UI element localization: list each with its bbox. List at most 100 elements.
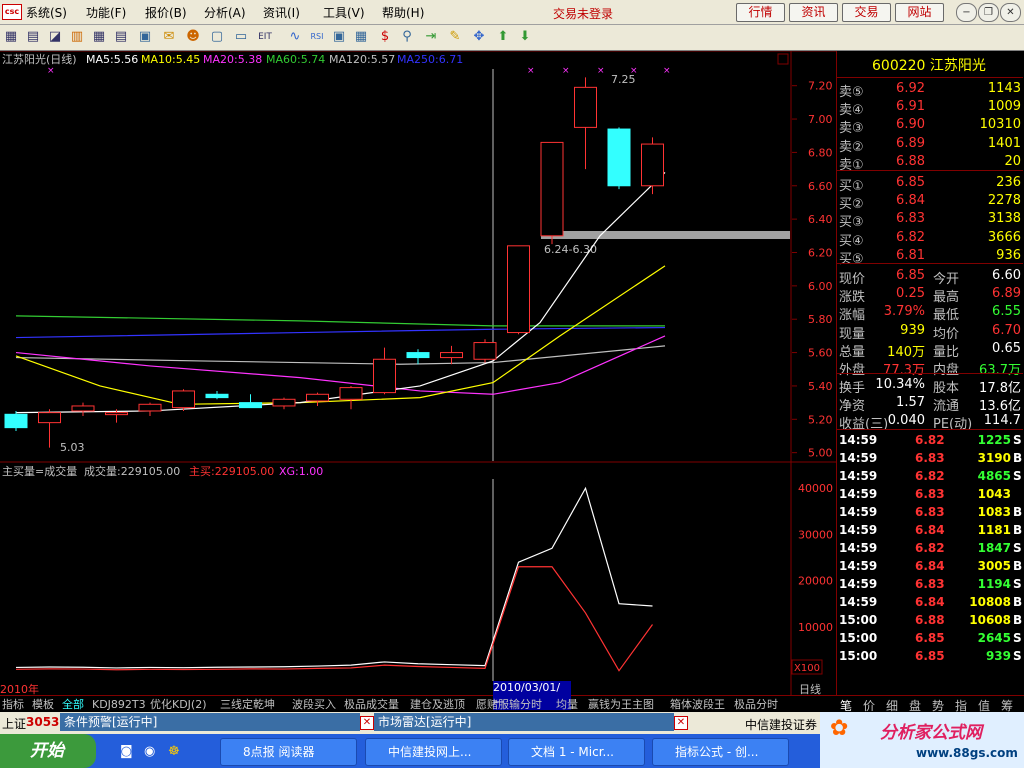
close-icon[interactable]: ✕ [1000,3,1021,22]
page-icon[interactable]: ▣ [136,28,154,46]
link-icon[interactable]: ⚲ [398,28,416,46]
tick-volume: 4865 [977,469,1011,483]
tick-flag: S [1013,631,1022,645]
indicator-tab[interactable]: 极品成交量 [344,697,399,712]
wave-icon[interactable]: ∿ [286,28,304,46]
minimize-icon[interactable]: − [956,3,977,22]
candle-icon[interactable]: ▥ [68,28,86,46]
stat-value: 0.65 [992,340,1021,356]
kline-chart[interactable]: 江苏阳光(日线) MA5:5.56 MA10:5.45 MA20:5.38 MA… [0,50,836,695]
app-icon[interactable]: ☸ [168,744,180,759]
export-icon[interactable]: ⇥ [422,28,440,46]
ma20-line [15,335,666,395]
condition-alert-window[interactable]: 条件预警[运行中] [60,713,360,731]
ask-row[interactable]: 卖③ 6.90 10310 [837,116,1023,136]
stat-label: 今开 [933,272,960,287]
stat-label: 量比 [933,344,960,360]
website-button[interactable]: 网站 [895,3,944,22]
indicator-tab[interactable]: 极品分时 [734,697,778,712]
info-button[interactable]: 资讯 [789,3,838,22]
bid-row[interactable]: 买④ 6.82 3666 [837,229,1023,249]
task-8dianbao[interactable]: 8点报 阅读器 [220,738,357,766]
indicator-tab[interactable]: 箱体波段王 [670,697,725,712]
tick-time: 14:59 [839,451,878,465]
chart-window-icon[interactable]: ▣ [330,28,348,46]
quicklaunch-icon[interactable]: ◙ [120,744,133,759]
ma5-label: MA5:5.56 [86,53,138,66]
tick-time: 14:59 [839,541,878,555]
ask-row[interactable]: 卖④ 6.91 1009 [837,98,1023,118]
move-icon[interactable]: ✥ [470,28,488,46]
report-icon[interactable]: ▦ [90,28,108,46]
tick-row: 15:00 6.85 939 S [837,648,1023,666]
radar-close-icon[interactable]: ✕ [674,716,688,730]
quote-button[interactable]: 行情 [736,3,785,22]
task-broker[interactable]: 中信建投网上... [365,738,502,766]
dollar-icon[interactable]: $ [376,28,394,46]
indicator-tab[interactable]: 波段买入 [292,697,336,712]
tick-row: 14:59 6.83 1043 [837,486,1023,504]
tick-flag: B [1013,523,1023,537]
tick-flag: B [1013,613,1023,627]
menu-analysis[interactable]: 分析(A) [204,4,246,21]
gap-zone [541,231,790,239]
bid-row[interactable]: 买① 6.85 236 [837,174,1023,194]
line-chart-icon[interactable]: ◪ [46,28,64,46]
rsi-icon[interactable]: RSI [308,28,326,46]
indicator-tab[interactable]: 赢钱为王主图 [588,697,654,712]
table-icon[interactable]: ▤ [112,28,130,46]
browser-icon[interactable]: ◉ [144,744,155,759]
menu-system[interactable]: 系统(S) [26,4,67,21]
tick-flag: S [1013,433,1022,447]
ask-row[interactable]: 卖⑤ 6.92 1143 [837,80,1023,100]
indicator-tab[interactable]: 指标 [2,697,24,712]
monitor-icon[interactable]: ▭ [232,28,250,46]
pencil-icon[interactable]: ✎ [446,28,464,46]
volume-tick-label: 20000 [798,575,833,588]
candle-body [473,342,497,360]
indicator-tab[interactable]: 均量 [556,697,578,712]
calc-icon[interactable]: ▦ [352,28,370,46]
window-icon[interactable]: ▢ [208,28,226,46]
up-arrow-icon[interactable]: ⬆ [494,28,512,46]
menu-help[interactable]: 帮助(H) [382,4,424,21]
indicator-tab[interactable]: 优化KDJ(2) [150,697,207,712]
bid-row[interactable]: 买③ 6.83 3138 [837,210,1023,230]
indicator-tab[interactable]: 全部 [62,697,84,712]
task-word-doc[interactable]: 文档 1 - Micr... [508,738,645,766]
restore-icon[interactable]: ❐ [978,3,999,22]
ext-icon[interactable]: EIT [256,28,274,46]
menu-quote[interactable]: 报价(B) [145,4,187,21]
menu-function[interactable]: 功能(F) [86,4,126,21]
mail-icon[interactable]: ✉ [160,28,178,46]
alert-close-icon[interactable]: ✕ [360,716,374,730]
grid-icon[interactable]: ▦ [2,28,20,46]
users-icon[interactable]: ☻ [184,28,202,46]
indicator-tab[interactable]: 模板 [32,697,54,712]
list-icon[interactable]: ▤ [24,28,42,46]
indicator-tab[interactable]: 愿赌服输分时 [476,697,542,712]
ask-row[interactable]: 卖② 6.89 1401 [837,135,1023,155]
indicator-tab[interactable]: 三线定乾坤 [220,697,275,712]
trade-button[interactable]: 交易 [842,3,891,22]
tick-flag: S [1013,577,1022,591]
start-button[interactable]: 开始 [0,734,96,768]
order-volume: 1009 [987,99,1021,115]
task-formula[interactable]: 指标公式 - 创... [652,738,789,766]
market-radar-window[interactable]: 市场雷达[运行中] [374,713,674,731]
menu-info[interactable]: 资讯(I) [263,4,300,21]
price-tick-label: 6.80 [808,146,833,159]
ask-row[interactable]: 卖① 6.88 20 [837,153,1023,173]
menu-tools[interactable]: 工具(V) [323,4,365,21]
tick-price: 6.85 [915,631,945,645]
radar-title: 市场雷达[运行中] [378,715,472,729]
bid-row[interactable]: 买② 6.84 2278 [837,192,1023,212]
period-label: 日线 [799,683,821,696]
stat-label: 总量 [839,344,866,360]
candle-body [373,358,396,394]
down-arrow-icon[interactable]: ⬇ [516,28,534,46]
indicator-tab[interactable]: KDJ892T3 [92,697,146,712]
stat-label: 现价 [839,272,866,287]
indicator-tab[interactable]: 建仓及逃顶 [410,697,465,712]
kline-chart-svg[interactable]: 江苏阳光(日线) MA5:5.56 MA10:5.45 MA20:5.38 MA… [0,50,836,695]
